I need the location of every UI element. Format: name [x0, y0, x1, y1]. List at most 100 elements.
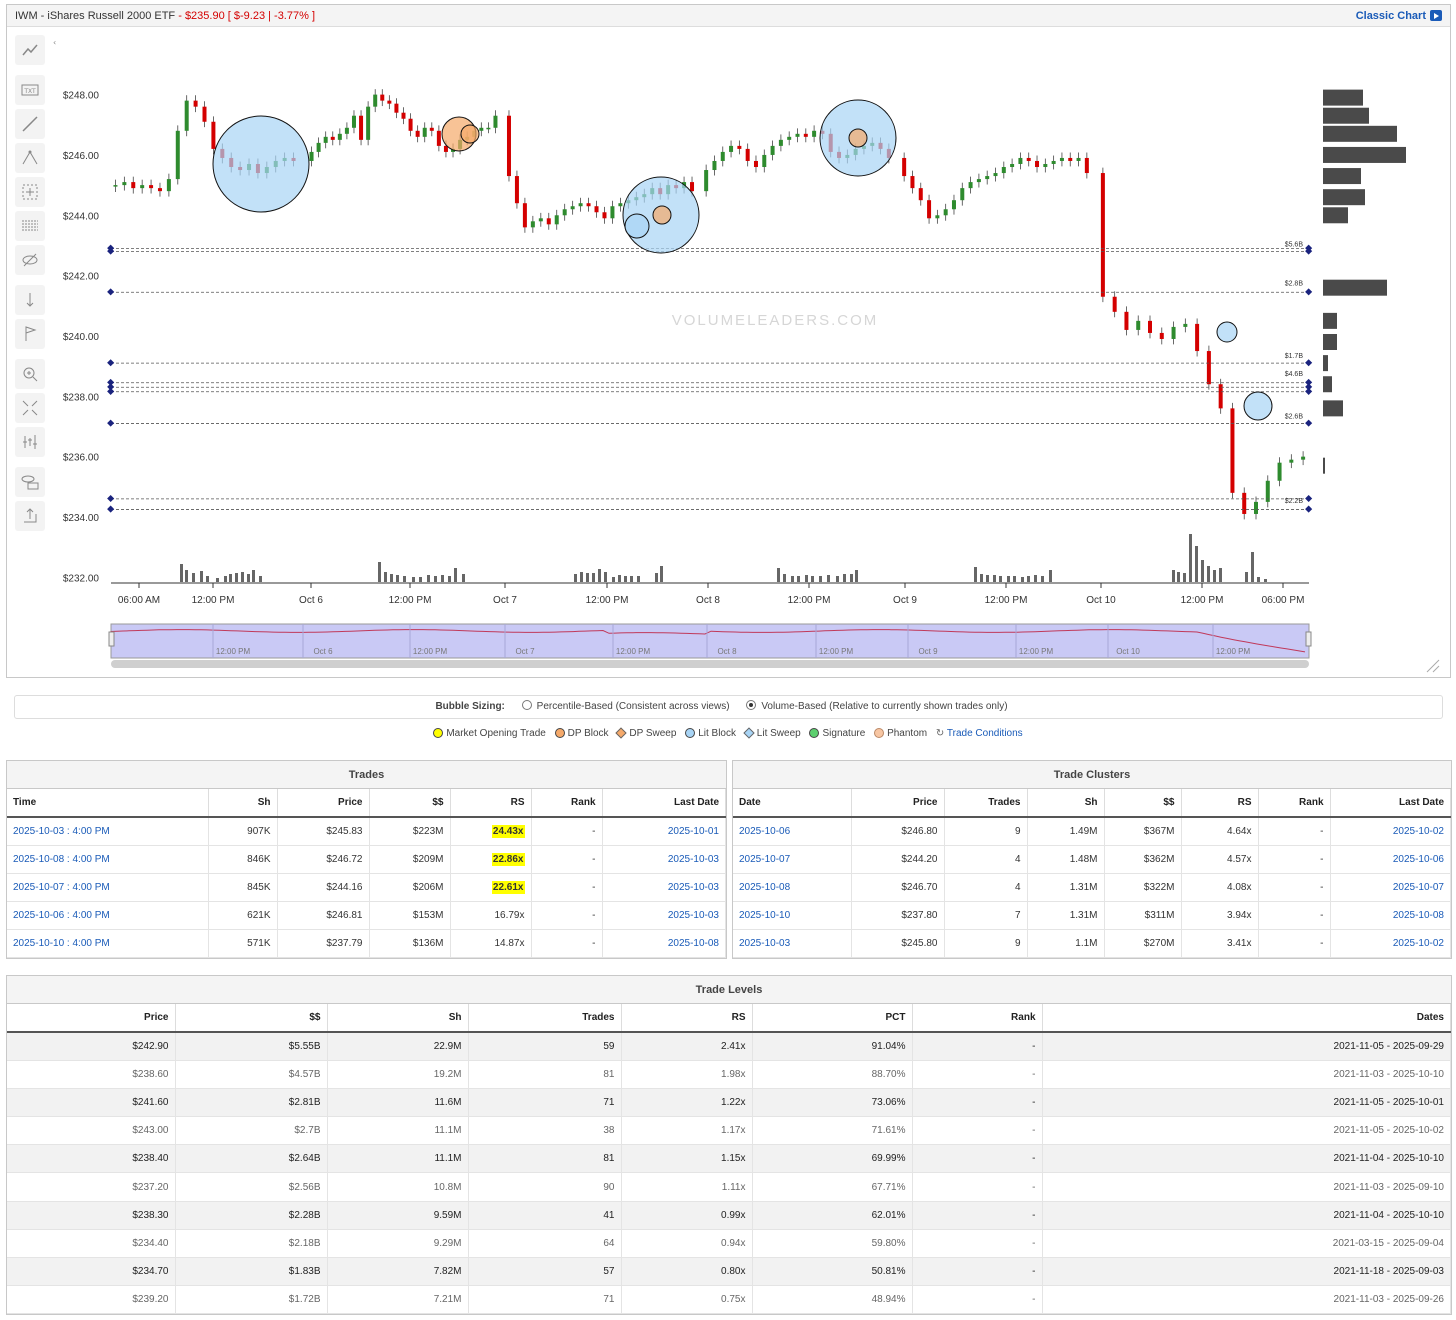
levels-cell-value[interactable]: 2021-11-05 - 2025-10-02 — [1334, 1125, 1444, 1136]
clusters-cell-value[interactable]: 2025-10-06 — [1393, 854, 1444, 865]
levels-header-dollars[interactable]: $$ — [175, 1004, 328, 1033]
clusters-cell-value[interactable]: 2025-10-10 — [739, 910, 790, 921]
levels-cell-value[interactable]: 2021-11-03 - 2025-09-26 — [1334, 1294, 1444, 1305]
levels-row[interactable]: $238.30 $2.28B 9.59M 41 0.99x 62.01% - 2021-11-… — [7, 1201, 1451, 1230]
volume-option[interactable]: Volume-Based (Relative to currently show… — [746, 700, 1008, 712]
trades-cell[interactable]: 2025-10-01 — [602, 817, 726, 846]
volume-radio[interactable] — [746, 700, 757, 710]
levels-header-price[interactable]: Price — [7, 1004, 176, 1033]
levels-row[interactable]: $243.00 $2.7B 11.1M 38 1.17x 71.61% - 2021-11-0… — [7, 1116, 1451, 1146]
clusters-cell[interactable]: 2025-10-02 — [1330, 929, 1451, 958]
clusters-cell[interactable]: 2025-10-02 — [1330, 817, 1451, 846]
clusters-cell-value[interactable]: 2025-10-02 — [1393, 938, 1444, 949]
clusters-cell-value[interactable]: 2025-10-08 — [739, 882, 790, 893]
legend-dp-sweep[interactable]: DP Sweep — [615, 727, 676, 739]
trades-cell[interactable]: 2025-10-10 : 4:00 PM — [7, 929, 209, 958]
levels-header-rs[interactable]: RS — [621, 1004, 753, 1033]
legend-signature[interactable]: Signature — [809, 728, 865, 739]
trades-cell-value[interactable]: 2025-10-03 — [668, 882, 719, 893]
levels-row[interactable]: $239.20 $1.72B 7.21M 71 0.75x 48.94% - 2021-11-… — [7, 1285, 1451, 1315]
levels-cell[interactable]: 2021-11-03 - 2025-09-10 — [1042, 1172, 1451, 1202]
trades-cell-value[interactable]: 2025-10-03 — [668, 910, 719, 921]
levels-cell-value[interactable]: 2021-11-03 - 2025-10-10 — [1334, 1069, 1444, 1080]
clusters-cell[interactable]: 2025-10-10 — [733, 901, 852, 930]
trades-header-time[interactable]: Time — [7, 789, 209, 818]
clusters-row[interactable]: 2025-10-08 $246.70 4 1.31M $322M 4.08x - 2025-1… — [733, 873, 1451, 902]
trades-cell[interactable]: 2025-10-03 — [602, 845, 726, 874]
levels-header-pct[interactable]: PCT — [752, 1004, 913, 1033]
legend-lit-block[interactable]: Lit Block — [685, 728, 736, 739]
legend-dp-block[interactable]: DP Block — [554, 728, 609, 739]
clusters-cell[interactable]: 2025-10-07 — [733, 845, 852, 874]
trades-cell-value[interactable]: 2025-10-06 : 4:00 PM — [13, 910, 110, 921]
clusters-header-rank[interactable]: Rank — [1258, 789, 1331, 818]
clusters-cell[interactable]: 2025-10-03 — [733, 929, 852, 958]
trades-row[interactable]: 2025-10-06 : 4:00 PM 621K $246.81 $153M 16.7… — [7, 901, 726, 930]
clusters-header-date[interactable]: Date — [733, 789, 852, 818]
clusters-cell-value[interactable]: 2025-10-07 — [1393, 882, 1444, 893]
clusters-header-dollars[interactable]: $$ — [1104, 789, 1182, 818]
levels-cell[interactable]: 2021-11-03 - 2025-09-26 — [1042, 1285, 1451, 1315]
clusters-cell-value[interactable]: 2025-10-08 — [1393, 910, 1444, 921]
levels-cell-value[interactable]: 2021-03-15 - 2025-09-04 — [1333, 1238, 1444, 1249]
price-chart[interactable]: $248.00 $246.00 $244.00 $242.00 $240.00 $238.… — [7, 27, 1450, 677]
levels-cell-value[interactable]: 2021-11-03 - 2025-09-10 — [1334, 1182, 1444, 1193]
trades-cell-value[interactable]: 2025-10-07 : 4:00 PM — [13, 882, 110, 893]
trades-header-last-date[interactable]: Last Date — [602, 789, 726, 818]
levels-cell-value[interactable]: 2021-11-05 - 2025-10-01 — [1334, 1097, 1444, 1108]
trades-cell[interactable]: 2025-10-07 : 4:00 PM — [7, 873, 209, 902]
clusters-header-sh[interactable]: Sh — [1027, 789, 1105, 818]
levels-header-trades[interactable]: Trades — [468, 1004, 622, 1033]
levels-cell[interactable]: 2021-11-05 - 2025-10-01 — [1042, 1088, 1451, 1118]
trades-header-rank[interactable]: Rank — [531, 789, 603, 818]
clusters-row[interactable]: 2025-10-10 $237.80 7 1.31M $311M 3.94x - 2025-1… — [733, 901, 1451, 930]
levels-cell[interactable]: 2021-11-05 - 2025-10-02 — [1042, 1116, 1451, 1146]
levels-row[interactable]: $237.20 $2.56B 10.8M 90 1.11x 67.71% - 2021-11-… — [7, 1172, 1451, 1202]
clusters-cell-value[interactable]: 2025-10-03 — [739, 938, 790, 949]
levels-header-rank[interactable]: Rank — [912, 1004, 1043, 1033]
trades-header-dollars[interactable]: $$ — [369, 789, 451, 818]
legend-lit-sweep[interactable]: Lit Sweep — [743, 727, 801, 739]
levels-cell[interactable]: 2021-11-05 - 2025-09-29 — [1042, 1032, 1451, 1061]
levels-header-dates[interactable]: Dates — [1042, 1004, 1451, 1033]
legend-phantom[interactable]: Phantom — [874, 728, 927, 739]
trades-row[interactable]: 2025-10-07 : 4:00 PM 845K $244.16 $206M 22.6… — [7, 873, 726, 902]
trades-cell-value[interactable]: 2025-10-10 : 4:00 PM — [13, 938, 110, 949]
levels-cell-value[interactable]: 2021-11-05 - 2025-09-29 — [1334, 1041, 1444, 1052]
clusters-cell-value[interactable]: 2025-10-06 — [739, 826, 790, 837]
trades-cell[interactable]: 2025-10-08 — [602, 929, 726, 958]
percentile-option[interactable]: Percentile-Based (Consistent across view… — [521, 700, 730, 712]
levels-row[interactable]: $242.90 $5.55B 22.9M 59 2.41x 91.04% - 2021-11-… — [7, 1032, 1451, 1061]
levels-row[interactable]: $238.60 $4.57B 19.2M 81 1.98x 88.70% - 2021-11-… — [7, 1060, 1451, 1089]
levels-cell[interactable]: 2021-11-04 - 2025-10-10 — [1042, 1201, 1451, 1230]
levels-cell-value[interactable]: 2021-11-04 - 2025-10-10 — [1334, 1210, 1444, 1221]
trades-header-sh[interactable]: Sh — [208, 789, 278, 818]
trades-cell-value[interactable]: 2025-10-08 — [668, 938, 719, 949]
trades-row[interactable]: 2025-10-10 : 4:00 PM 571K $237.79 $136M 14.8… — [7, 929, 726, 958]
levels-row[interactable]: $241.60 $2.81B 11.6M 71 1.22x 73.06% - 2021-11-… — [7, 1088, 1451, 1118]
clusters-cell-value[interactable]: 2025-10-02 — [1393, 826, 1444, 837]
trades-cell[interactable]: 2025-10-03 : 4:00 PM — [7, 817, 209, 846]
levels-cell-value[interactable]: 2021-11-18 - 2025-09-03 — [1334, 1266, 1444, 1277]
clusters-row[interactable]: 2025-10-03 $245.80 9 1.1M $270M 3.41x - 2025-10… — [733, 929, 1451, 958]
levels-cell[interactable]: 2021-11-04 - 2025-10-10 — [1042, 1144, 1451, 1174]
clusters-cell[interactable]: 2025-10-06 — [1330, 845, 1451, 874]
legend-market-opening[interactable]: Market Opening Trade — [433, 728, 546, 739]
trades-cell[interactable]: 2025-10-03 — [602, 901, 726, 930]
clusters-header-rs[interactable]: RS — [1181, 789, 1259, 818]
trades-header-rs[interactable]: RS — [450, 789, 532, 818]
trades-cell-value[interactable]: 2025-10-03 — [668, 854, 719, 865]
levels-row[interactable]: $234.70 $1.83B 7.82M 57 0.80x 50.81% - 2021-11-… — [7, 1257, 1451, 1287]
levels-row[interactable]: $234.40 $2.18B 9.29M 64 0.94x 59.80% - 2021-03-… — [7, 1229, 1451, 1259]
clusters-row[interactable]: 2025-10-06 $246.80 9 1.49M $367M 4.64x - 2025-1… — [733, 817, 1451, 846]
clusters-cell-value[interactable]: 2025-10-07 — [739, 854, 790, 865]
levels-cell-value[interactable]: 2021-11-04 - 2025-10-10 — [1334, 1153, 1444, 1164]
clusters-cell[interactable]: 2025-10-08 — [733, 873, 852, 902]
levels-cell[interactable]: 2021-11-18 - 2025-09-03 — [1042, 1257, 1451, 1287]
clusters-row[interactable]: 2025-10-07 $244.20 4 1.48M $362M 4.57x - 2025-1… — [733, 845, 1451, 874]
percentile-radio[interactable] — [521, 700, 532, 710]
levels-cell[interactable]: 2021-11-03 - 2025-10-10 — [1042, 1060, 1451, 1089]
trades-cell-value[interactable]: 2025-10-08 : 4:00 PM — [13, 854, 110, 865]
clusters-cell[interactable]: 2025-10-06 — [733, 817, 852, 846]
trades-header-price[interactable]: Price — [277, 789, 370, 818]
